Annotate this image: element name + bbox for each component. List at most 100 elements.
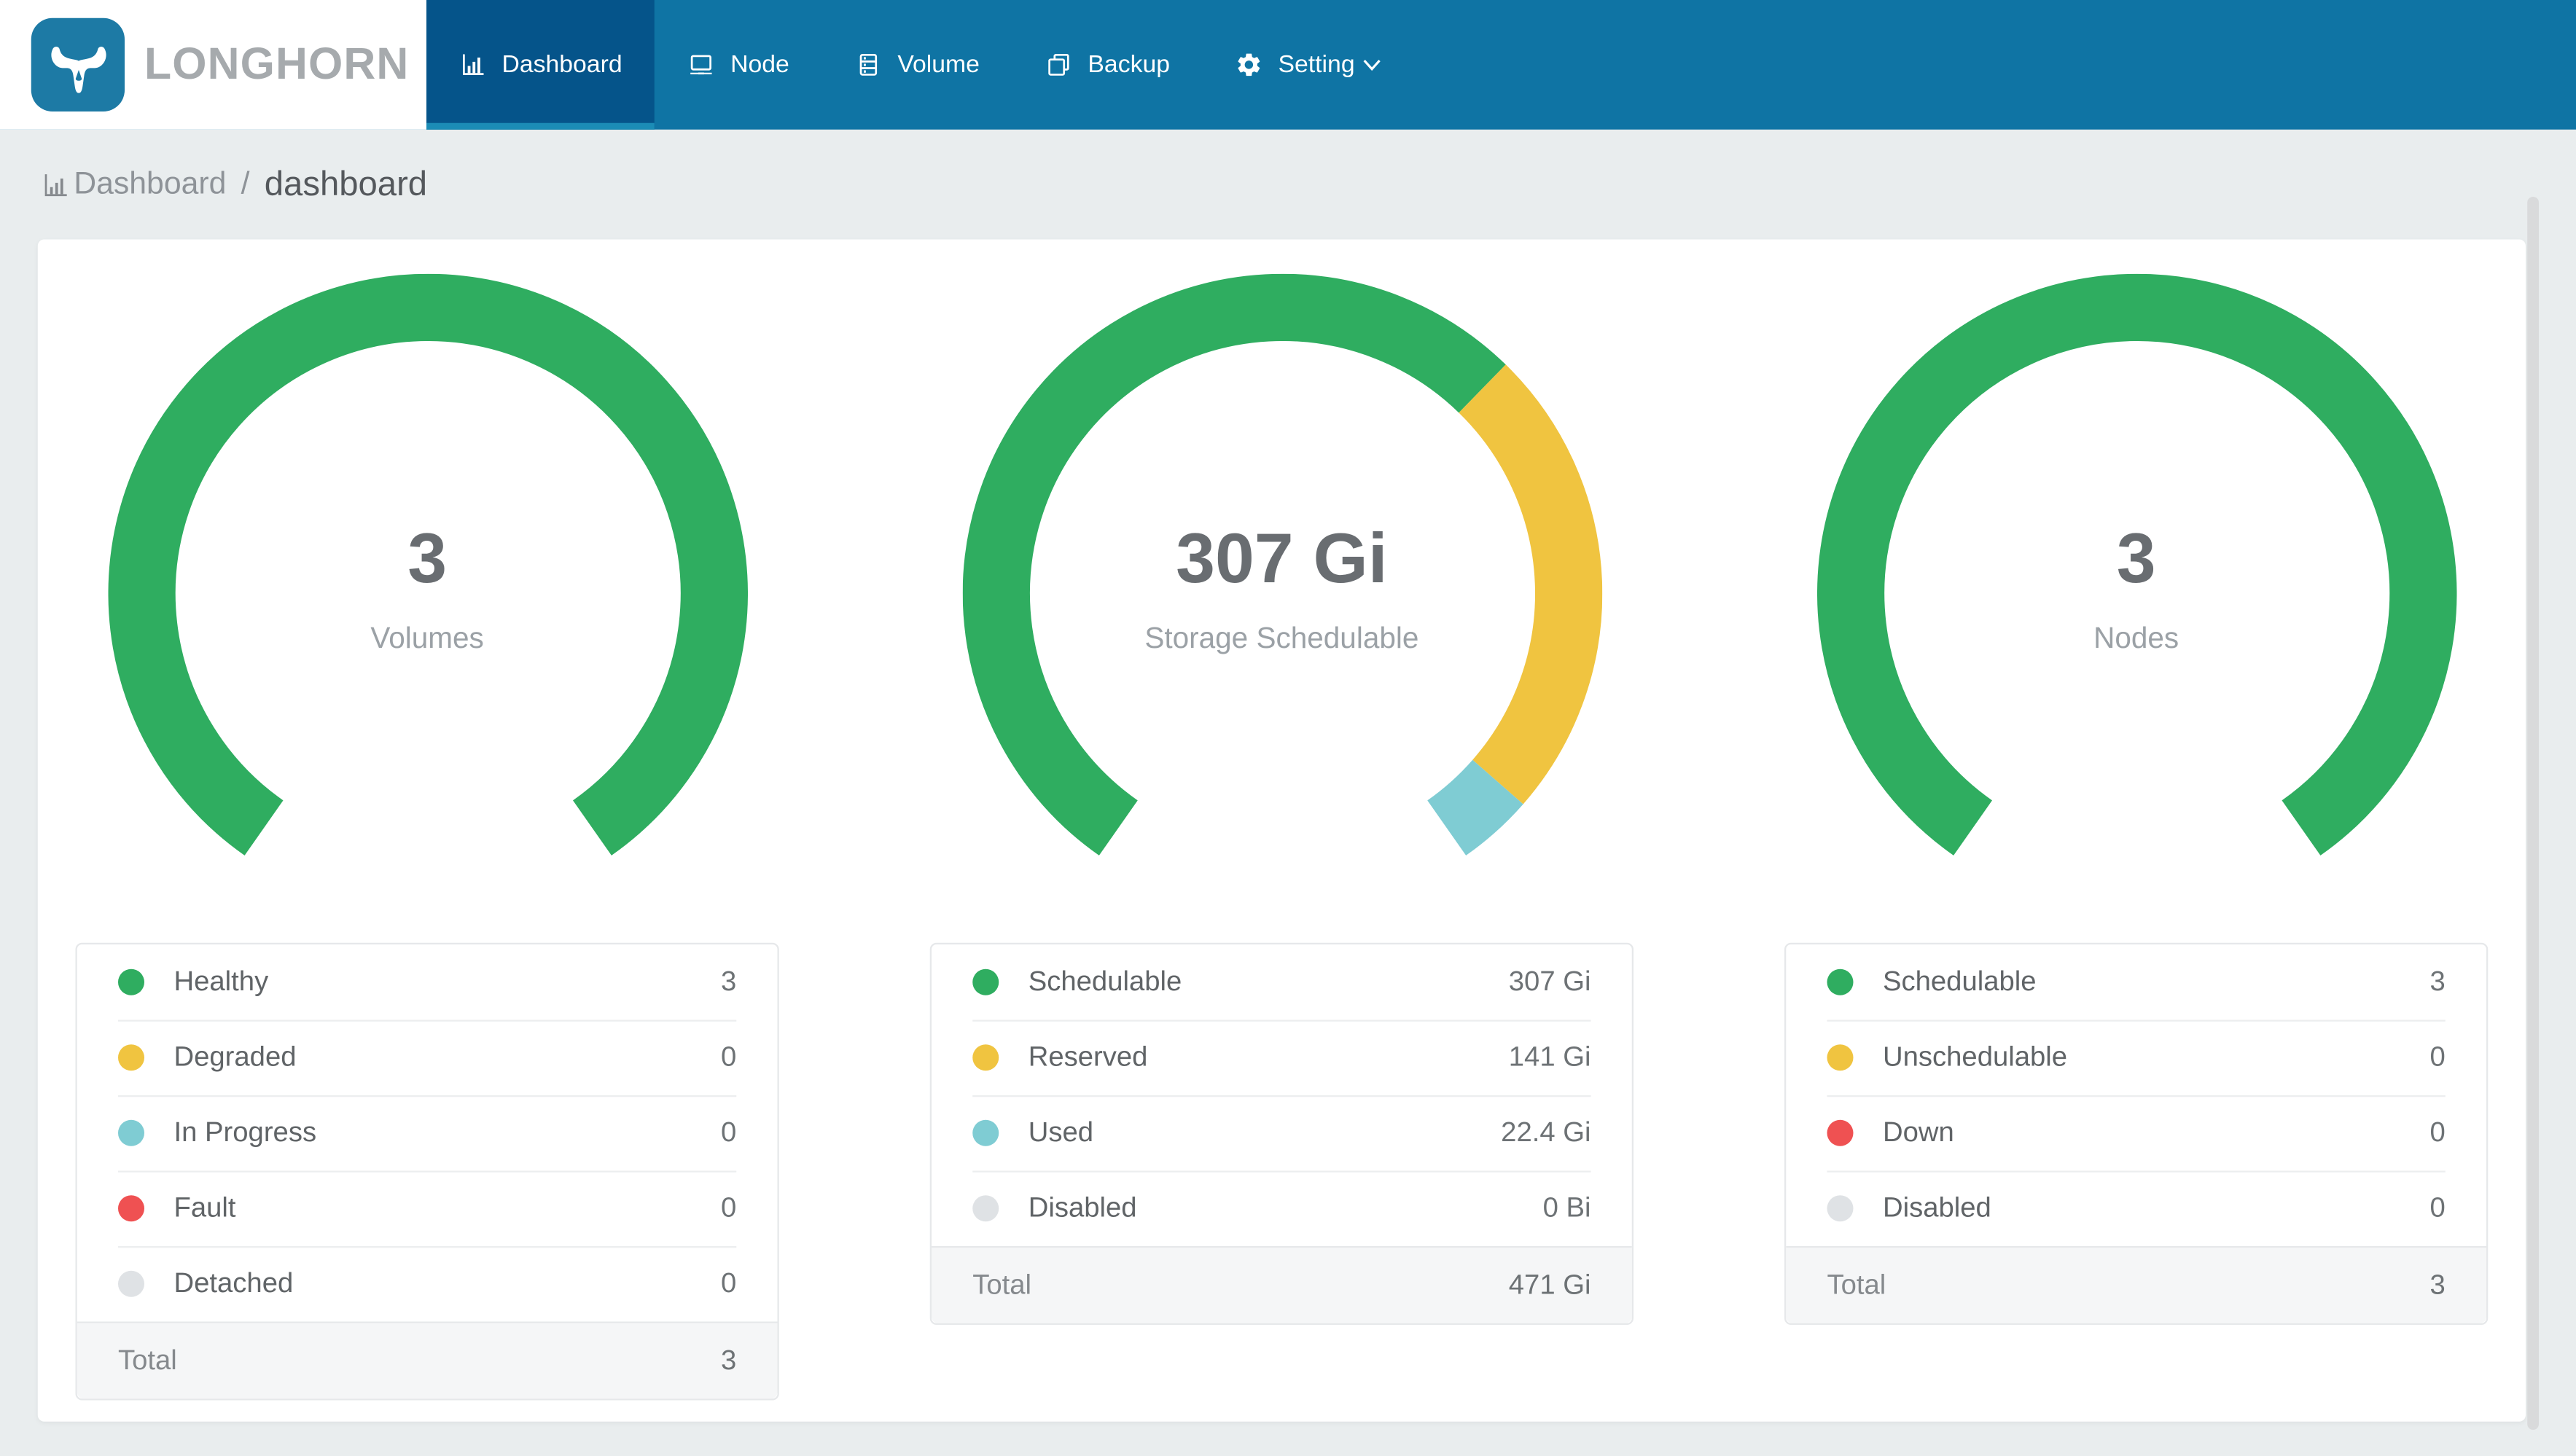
nav-item-backup[interactable]: Backup [1012,0,1203,130]
chevron-down-icon [1363,59,1381,71]
legend-value: 0 Bi [1542,1191,1591,1224]
legend-label: Fault [173,1191,236,1224]
legend-row: Schedulable 3 [1786,944,2486,1020]
legend-row: Fault 0 [77,1170,778,1247]
legend-label: Schedulable [1028,966,1182,997]
legend-dot-icon [118,968,144,995]
gauge-segment [961,273,1505,856]
legend-value: 3 [720,966,737,997]
nav-label: Dashboard [501,50,622,79]
storage-panel: 307 Gi Storage Schedulable Schedulable 30… [929,273,1634,1401]
legend-value: 22.4 Gi [1501,1116,1591,1148]
legend-row: Disabled 0 [1786,1170,2486,1247]
gauge-segment [1816,273,2456,856]
legend-row: In Progress 0 [77,1095,778,1171]
nav-label: Node [730,50,789,79]
breadcrumb-separator: / [241,166,250,201]
legend-value: 3 [2429,966,2446,997]
legend-value: 0 [720,1267,737,1299]
gauge-arc [1816,273,2456,856]
legend-row: Unschedulable 0 [1786,1019,2486,1096]
bar-chart-icon [463,54,484,75]
legend-total-row: Total 3 [77,1321,778,1399]
nav-item-dashboard[interactable]: Dashboard [426,0,656,130]
copy-icon [1048,53,1070,76]
legend-row: Healthy 3 [77,944,778,1020]
longhorn-logo-icon [31,17,125,111]
legend-dot-icon [118,1195,144,1222]
legend-label: Used [1028,1116,1094,1148]
legend-label: Unschedulable [1883,1041,2068,1073]
legend-value: 0 [720,1041,737,1073]
longhorn-dashboard-page: LONGHORN Dashboard Node Volume Backup Se… [0,0,2576,1456]
volumes-panel: 3 Volumes Healthy 3 Degraded 0 In Progress 0 F… [75,273,779,1401]
legend-label: Total [118,1345,177,1376]
legend-value: 3 [720,1345,737,1376]
gauge-columns: 3 Volumes Healthy 3 Degraded 0 In Progress 0 F… [38,240,2526,1401]
nodes-panel: 3 Nodes Schedulable 3 Unschedulable 0 Down 0 D… [1784,273,2489,1401]
gear-icon [1238,53,1261,77]
legend-value: 0 [720,1116,737,1148]
top-navbar: LONGHORN Dashboard Node Volume Backup Se… [0,0,2576,130]
legend-row: Disabled 0 Bi [932,1170,1632,1247]
legend-row: Degraded 0 [77,1019,778,1096]
legend-row: Down 0 [1786,1095,2486,1171]
legend-value: 3 [2429,1269,2446,1301]
legend-value: 0 [2429,1116,2446,1148]
breadcrumb-current-page: dashboard [264,165,428,203]
gauge-arc [961,273,1602,856]
storage-legend-table: Schedulable 307 Gi Reserved 141 Gi Used 22.4 … [929,942,1634,1325]
legend-value: 0 [2429,1191,2446,1224]
legend-row: Reserved 141 Gi [932,1019,1632,1096]
volumes-gauge: 3 Volumes [107,273,747,914]
legend-dot-icon [1827,1119,1854,1146]
main-nav: Dashboard Node Volume Backup Setting [426,0,1416,130]
nav-label: Backup [1088,50,1171,79]
legend-label: Degraded [173,1041,297,1073]
nav-item-setting[interactable]: Setting [1203,0,1416,130]
legend-label: Total [1827,1269,1886,1301]
scrollbar-thumb[interactable] [2527,197,2539,1430]
legend-label: Detached [173,1267,294,1299]
laptop-icon [691,55,713,75]
nodes-legend-table: Schedulable 3 Unschedulable 0 Down 0 Disabled 0… [1784,942,2489,1325]
legend-dot-icon [972,1119,999,1146]
legend-dot-icon [972,1195,999,1222]
nav-item-node[interactable]: Node [655,0,822,130]
legend-dot-icon [1827,968,1854,995]
nav-item-volume[interactable]: Volume [822,0,1012,130]
gauge-arc [107,273,747,856]
legend-value: 471 Gi [1508,1269,1591,1301]
logo[interactable]: LONGHORN [0,0,426,130]
legend-row: Used 22.4 Gi [932,1095,1632,1171]
gauge-segment [1457,364,1602,805]
breadcrumb: Dashboard / dashboard [0,130,2576,240]
legend-total-row: Total 3 [1786,1246,2486,1323]
gauge-segment [107,273,747,856]
legend-label: Reserved [1028,1041,1148,1073]
gauge-segment [1426,759,1523,856]
legend-label: Down [1883,1116,1954,1148]
volumes-legend-table: Healthy 3 Degraded 0 In Progress 0 Fault 0 Detac… [75,942,779,1401]
legend-value: 0 [720,1191,737,1224]
legend-dot-icon [118,1119,144,1146]
legend-dot-icon [1827,1195,1854,1222]
legend-label: In Progress [173,1116,317,1148]
legend-value: 307 Gi [1508,966,1591,997]
legend-dot-icon [972,1044,999,1071]
breadcrumb-section[interactable]: Dashboard [74,166,226,203]
legend-label: Total [972,1269,1032,1301]
legend-dot-icon [118,1270,144,1297]
dashboard-card: 3 Volumes Healthy 3 Degraded 0 In Progress 0 F… [37,239,2526,1422]
nodes-gauge: 3 Nodes [1816,273,2456,914]
legend-label: Schedulable [1883,966,2037,997]
nav-label: Volume [897,50,980,79]
legend-dot-icon [1827,1044,1854,1071]
legend-dot-icon [118,1044,144,1071]
legend-label: Disabled [1883,1191,1991,1224]
legend-value: 141 Gi [1508,1041,1591,1073]
legend-label: Healthy [173,966,269,997]
legend-total-row: Total 471 Gi [932,1246,1632,1323]
nav-label: Setting [1278,50,1355,79]
legend-label: Disabled [1028,1191,1137,1224]
